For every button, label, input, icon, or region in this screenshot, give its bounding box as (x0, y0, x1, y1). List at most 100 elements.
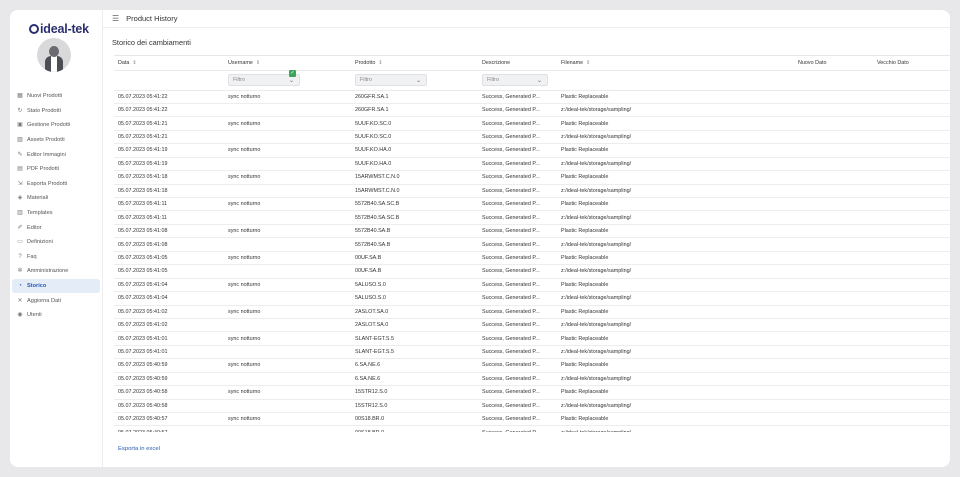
table-cell (224, 318, 351, 333)
table-cell (224, 184, 351, 199)
table-cell: 05.07.2023 05:40:58 (114, 399, 224, 414)
sidebar-item-stato-prodotti[interactable]: ↻ Stato Prodotti (12, 104, 100, 119)
sidebar-item-templates[interactable]: ▥ Templates (12, 206, 100, 221)
descrizione-filter-select[interactable]: Filtro ⌄ (482, 74, 548, 86)
sort-icon[interactable]: ⇕ (256, 60, 260, 66)
sidebar-item-label: Materiali (27, 195, 49, 202)
sidebar-item-nuovi-prodotti[interactable]: ▦ Nuovi Prodotti (12, 89, 100, 104)
chevron-down-icon[interactable]: ⌄ (416, 77, 421, 84)
table-row[interactable]: 05.07.2023 05:40:57 sync notturno 00S18.BR… (114, 412, 950, 427)
sidebar-item-label: Esporta Prodotti (27, 180, 68, 187)
table-body: 05.07.2023 05:41:22 sync notturno 260GFR.S… (114, 90, 950, 432)
table-cell: Success, Generated P... (478, 116, 557, 131)
sidebar-item-esporta-prodotti[interactable]: ⇲ Esporta Prodotti (12, 177, 100, 192)
table-row[interactable]: 05.07.2023 05:41:21 sync notturno 5UUF.KO.… (114, 116, 950, 131)
table-row[interactable]: 05.07.2023 05:41:21 5UUF.KO.SC.0 Success, … (114, 130, 950, 145)
table-row[interactable]: 05.07.2023 05:40:58 15STR12.S.0 Success, G… (114, 399, 950, 414)
menu-icon[interactable]: ☰ (112, 14, 119, 23)
table-cell: z:/ideal-tek/storage/sampling/ (557, 291, 794, 306)
table-row[interactable]: 05.07.2023 05:41:08 sync notturno 5572B40.… (114, 224, 950, 239)
column-header-data[interactable]: Data ⇕ (114, 56, 224, 71)
table-cell: Success, Generated P... (478, 425, 557, 432)
sidebar-item-assets-prodotti[interactable]: ▨ Assets Prodotti (12, 133, 100, 148)
table-cell: 05.07.2023 05:40:59 (114, 358, 224, 373)
table-cell (794, 399, 873, 414)
sidebar-item-amministrazione[interactable]: ✲ Amministrazione (12, 264, 100, 279)
table-row[interactable]: 05.07.2023 05:41:02 2ASLOT.SA.0 Success, G… (114, 318, 950, 333)
table-cell (224, 425, 351, 432)
table-cell: Plastic Replaceable (557, 358, 794, 373)
avatar[interactable] (37, 38, 71, 72)
username-filter-input[interactable]: Filtro ⌄ ✓ (228, 70, 300, 86)
table-cell: sync notturno (224, 305, 351, 319)
table-row[interactable]: 05.07.2023 05:41:11 5572B40.SA.SC.B Succes… (114, 210, 950, 225)
table-cell (873, 345, 950, 360)
table-cell (873, 412, 950, 427)
table-row[interactable]: 05.07.2023 05:41:22 sync notturno 260GFR.S… (114, 90, 950, 104)
table-row[interactable]: 05.07.2023 05:41:04 5ALUSO.S.0 Success, Ge… (114, 291, 950, 306)
table-row[interactable]: 05.07.2023 05:41:04 sync notturno 5ALUSO.S… (114, 278, 950, 293)
sidebar-item-faq[interactable]: ? Faq (12, 250, 100, 265)
table-cell (224, 103, 351, 118)
table-cell (794, 251, 873, 266)
sidebar-item-pdf-prodotti[interactable]: ▤ PDF Prodotti (12, 162, 100, 177)
table-cell: SLANT-EGT.S.5 (351, 331, 478, 346)
sort-icon[interactable]: ⇕ (586, 60, 590, 66)
table-row[interactable]: 05.07.2023 05:41:05 sync notturno 00UF.SA.… (114, 251, 950, 266)
sort-icon[interactable]: ⇕ (378, 60, 382, 66)
column-header-descrizione: Descrizione (478, 56, 557, 71)
column-header-filename[interactable]: Filename ⇕ (557, 56, 794, 71)
table-cell: Success, Generated P... (478, 251, 557, 266)
table-cell: sync notturno (224, 385, 351, 400)
chevron-down-icon[interactable]: ⌄ (537, 77, 542, 84)
table-cell: z:/ideal-tek/storage/sampling/ (557, 184, 794, 199)
table-row[interactable]: 05.07.2023 05:40:59 6.SA.NE.6 Success, Gen… (114, 372, 950, 387)
table-cell (794, 331, 873, 346)
chevron-down-icon[interactable]: ⌄ (289, 77, 294, 84)
table-cell: z:/ideal-tek/storage/sampling/ (557, 157, 794, 172)
column-header-username[interactable]: Username ⇕ (224, 56, 351, 71)
table-row[interactable]: 05.07.2023 05:40:58 sync notturno 15STR12.… (114, 385, 950, 400)
table-cell (873, 331, 950, 346)
table-row[interactable]: 05.07.2023 05:41:01 SLANT-EGT.S.5 Success,… (114, 345, 950, 360)
sidebar-item-label: Storico (27, 283, 47, 290)
table-cell: z:/ideal-tek/storage/sampling/ (557, 210, 794, 225)
export-excel-link[interactable]: Esporta in excel (118, 446, 160, 452)
topbar: ☰ Product History (103, 10, 950, 28)
table-cell (794, 224, 873, 239)
sidebar-item-materiali[interactable]: ◈ Materiali (12, 191, 100, 206)
table-row[interactable]: 05.07.2023 05:41:18 sync notturno 15ARWMST… (114, 170, 950, 185)
table-cell: 05.07.2023 05:41:01 (114, 345, 224, 360)
table-cell: sync notturno (224, 197, 351, 212)
table-row[interactable]: 05.07.2023 05:41:02 sync notturno 2ASLOT.S… (114, 305, 950, 319)
table-row[interactable]: 05.07.2023 05:41:05 00UF.SA.B Success, Gen… (114, 264, 950, 279)
table-cell: 00S18.BR.0 (351, 412, 478, 427)
table-row[interactable]: 05.07.2023 05:41:08 5572B40.SA.B Success, … (114, 237, 950, 252)
table-row[interactable]: 05.07.2023 05:40:57 00S18.BR.0Success, Ge… (114, 425, 950, 432)
sidebar-item-definizioni[interactable]: ▭ Definizioni (12, 235, 100, 250)
table-row[interactable]: 05.07.2023 05:41:22 260GFR.SA.1 Success, G… (114, 103, 950, 118)
sort-icon[interactable]: ⇕ (132, 60, 136, 66)
sidebar-item-aggiorna-dati[interactable]: ✕ Aggiorna Dati (12, 293, 100, 308)
sidebar-item-storico[interactable]: ◔ Storico (12, 278, 100, 294)
sidebar-item-gestione-prodotti[interactable]: ▣ Gestione Prodotti (12, 118, 100, 133)
sidebar-item-editor[interactable]: ✐ Editor (12, 220, 100, 235)
table-cell: z:/ideal-tek/storage/sampling/ (557, 130, 794, 145)
table-cell (224, 157, 351, 172)
table-row[interactable]: 05.07.2023 05:41:19 sync notturno 5UUF.KO.… (114, 143, 950, 158)
table-row[interactable]: 05.07.2023 05:41:11 sync notturno 5572B40.… (114, 197, 950, 212)
table-cell: sync notturno (224, 116, 351, 131)
table-cell (224, 264, 351, 279)
calendar-icon: ▭ (17, 239, 23, 246)
table-row[interactable]: 05.07.2023 05:41:01 sync notturno SLANT-EG… (114, 331, 950, 346)
table-cell (794, 130, 873, 145)
table-row[interactable]: 05.07.2023 05:41:18 15ARWMST.C.N.0 Success… (114, 184, 950, 199)
table-row[interactable]: 05.07.2023 05:40:59 sync notturno 6.SA.NE.… (114, 358, 950, 373)
table-row[interactable]: 05.07.2023 05:41:19 5UUF.KO.HA.0 Success, … (114, 157, 950, 172)
sidebar-item-editor-immagini[interactable]: ✎ Editor Immagini (12, 147, 100, 162)
history-table-container[interactable]: Data ⇕ Username ⇕ Prodotto ⇕ Descrizione Fi… (114, 55, 950, 432)
sidebar-item-utenti[interactable]: ◉ Utenti (12, 308, 100, 323)
table-cell (794, 90, 873, 104)
column-header-prodotto[interactable]: Prodotto ⇕ (351, 56, 478, 71)
prodotto-filter-select[interactable]: Filtro ⌄ (355, 74, 427, 86)
